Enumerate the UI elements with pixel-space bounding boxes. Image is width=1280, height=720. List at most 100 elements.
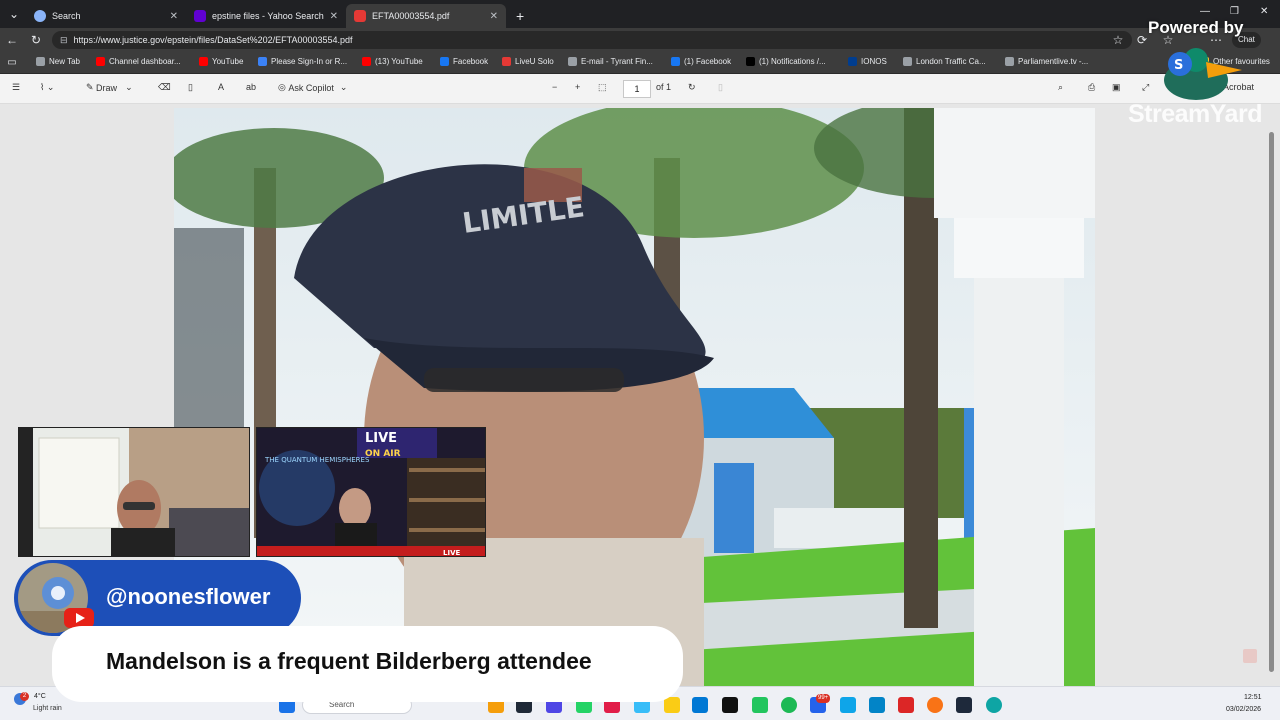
bookmark-item[interactable]: New Tab	[36, 57, 80, 66]
ask-copilot-button[interactable]: ◎ Ask Copilot ⌄	[278, 82, 347, 93]
rotate-icon[interactable]: ↻	[688, 82, 696, 93]
bookmark-item[interactable]: LiveU Solo	[502, 57, 554, 66]
new-tab-button[interactable]: +	[508, 4, 530, 28]
app-icon[interactable]	[869, 697, 885, 713]
print-icon[interactable]: ⎙	[1088, 82, 1095, 93]
close-tab-icon[interactable]: ✕	[490, 11, 498, 22]
file-explorer-icon[interactable]	[664, 697, 680, 713]
bookmark-label: Please Sign-In or R...	[271, 57, 348, 66]
bookmark-item[interactable]: London Traffic Ca...	[903, 57, 986, 66]
contents-icon[interactable]: ☰	[12, 82, 20, 93]
bookmark-item[interactable]: Facebook	[440, 57, 488, 66]
bookmarks-bar: ▭ New Tab Channel dashboar... YouTube Pleas…	[0, 52, 1280, 74]
draw-button[interactable]: ✎ Draw ⌄	[86, 82, 133, 93]
copilot-icon: ◎	[278, 82, 289, 92]
sidebar-toggle-icon[interactable]: ▭	[4, 55, 20, 71]
bookmark-favicon-icon	[1005, 57, 1014, 66]
close-tab-icon[interactable]: ✕	[170, 11, 178, 22]
bookmark-label: IONOS	[861, 57, 887, 66]
scrollbar-thumb[interactable]	[1269, 132, 1274, 672]
bookmark-item[interactable]: (1) Facebook	[671, 57, 731, 66]
read-aloud-icon[interactable]: A	[218, 82, 224, 92]
page-total: of 1	[656, 82, 672, 92]
webcam-host	[18, 427, 250, 557]
fit-page-icon[interactable]: ⬚	[598, 82, 607, 93]
chevron-down-icon: ⌄	[339, 82, 348, 92]
clock-time: 12:51	[1244, 694, 1262, 701]
app-icon[interactable]	[898, 697, 914, 713]
draw-label: Draw	[96, 82, 118, 93]
edge-browser-icon[interactable]	[986, 697, 1002, 713]
close-tab-icon[interactable]: ✕	[330, 11, 338, 22]
tab-pdf[interactable]: EFTA00003554.pdf ✕	[346, 4, 506, 28]
app-icon[interactable]	[956, 697, 972, 713]
bookmark-label: (13) YouTube	[375, 57, 423, 66]
highlight-icon[interactable]: ⌇ ⌄	[40, 82, 54, 93]
zoom-in-icon[interactable]: +	[575, 82, 580, 92]
app-icon[interactable]	[840, 697, 856, 713]
address-bar[interactable]: ⊟ https://www.justice.gov/epstein/files/…	[52, 31, 1132, 49]
bookmark-item[interactable]: YouTube	[199, 57, 243, 66]
favorite-star-icon[interactable]: ☆	[1110, 32, 1126, 48]
bookmark-favicon-icon	[848, 57, 857, 66]
close-window-icon[interactable]: ✕	[1260, 6, 1268, 17]
weather-desc: Light rain	[33, 705, 62, 712]
bookmark-favicon-icon	[199, 57, 208, 66]
fullscreen-icon[interactable]: ⤢	[1142, 82, 1149, 93]
two-page-icon[interactable]: ▯	[718, 82, 723, 93]
tab-search[interactable]: Search ✕	[26, 4, 186, 28]
bookmark-favicon-icon	[903, 57, 912, 66]
bookmark-label: (1) Notifications /...	[759, 57, 826, 66]
webcam-host-feed	[19, 428, 249, 556]
bookmark-item[interactable]: IONOS	[848, 57, 887, 66]
bookmark-label: E-mail - Tyrant Fin...	[581, 57, 653, 66]
bookmark-label: Parliamentlive.tv -...	[1018, 57, 1089, 66]
spotify-icon[interactable]	[781, 697, 797, 713]
pdf-icon	[354, 10, 366, 22]
youtube-play-icon	[76, 613, 85, 623]
yahoo-icon	[194, 10, 206, 22]
bookmark-label: LiveU Solo	[515, 57, 554, 66]
bookmark-item[interactable]: Parliamentlive.tv -...	[1005, 57, 1088, 66]
tab-yahoo[interactable]: epstine files - Yahoo Search Results ✕	[186, 4, 346, 28]
on-air-text: ON AIR	[365, 449, 401, 459]
ask-copilot-label: Ask Copilot	[288, 82, 334, 93]
bookmark-label: London Traffic Ca...	[916, 57, 986, 66]
app-icon[interactable]	[927, 697, 943, 713]
page-view-icon[interactable]: ▯	[188, 82, 193, 93]
maximize-icon[interactable]: ❐	[1230, 6, 1239, 17]
bookmark-item[interactable]: Channel dashboar...	[96, 57, 181, 66]
bookmark-favicon-icon	[36, 57, 45, 66]
clock-date: 03/02/2026	[1226, 706, 1262, 713]
weather-temp: 4°C	[34, 693, 46, 700]
youtube-icon	[64, 608, 94, 628]
tiktok-icon[interactable]	[722, 697, 738, 713]
minimize-icon[interactable]: —	[1200, 6, 1210, 17]
bookmark-item[interactable]: (1) Notifications /...	[746, 57, 826, 66]
zoom-out-icon[interactable]: −	[552, 82, 557, 92]
bookmark-item[interactable]: (13) YouTube	[362, 57, 423, 66]
bookmark-item[interactable]: E-mail - Tyrant Fin...	[568, 57, 653, 66]
bookmark-item[interactable]: Please Sign-In or R...	[258, 57, 347, 66]
bookmark-label: New Tab	[49, 57, 80, 66]
app-icon[interactable]	[752, 697, 768, 713]
globe-icon	[34, 10, 46, 22]
bookmark-favicon-icon	[440, 57, 449, 66]
refresh-icon[interactable]: ↻	[28, 32, 44, 48]
tab-list-chevron-icon[interactable]: ⌄	[6, 6, 22, 22]
save-icon[interactable]: ▣	[1112, 82, 1121, 93]
powered-by-label: Powered by	[1148, 18, 1244, 37]
notification-badge: 99+	[816, 694, 831, 703]
tab-label: EFTA00003554.pdf	[372, 11, 450, 21]
translate-icon[interactable]: ab	[246, 82, 256, 92]
search-icon[interactable]: ⌕	[1058, 82, 1063, 93]
bookmark-favicon-icon	[258, 57, 267, 66]
bookmark-favicon-icon	[96, 57, 105, 66]
back-arrow-icon[interactable]: ←	[4, 32, 20, 48]
page-number-input[interactable]: 1	[623, 80, 651, 98]
pdf-page-photo: LIMITLE	[174, 108, 1095, 688]
store-icon[interactable]	[692, 697, 708, 713]
eraser-icon[interactable]: ⌫	[158, 82, 171, 93]
acrobat-pdf-icon[interactable]	[1243, 649, 1257, 663]
bookmark-favicon-icon	[746, 57, 755, 66]
